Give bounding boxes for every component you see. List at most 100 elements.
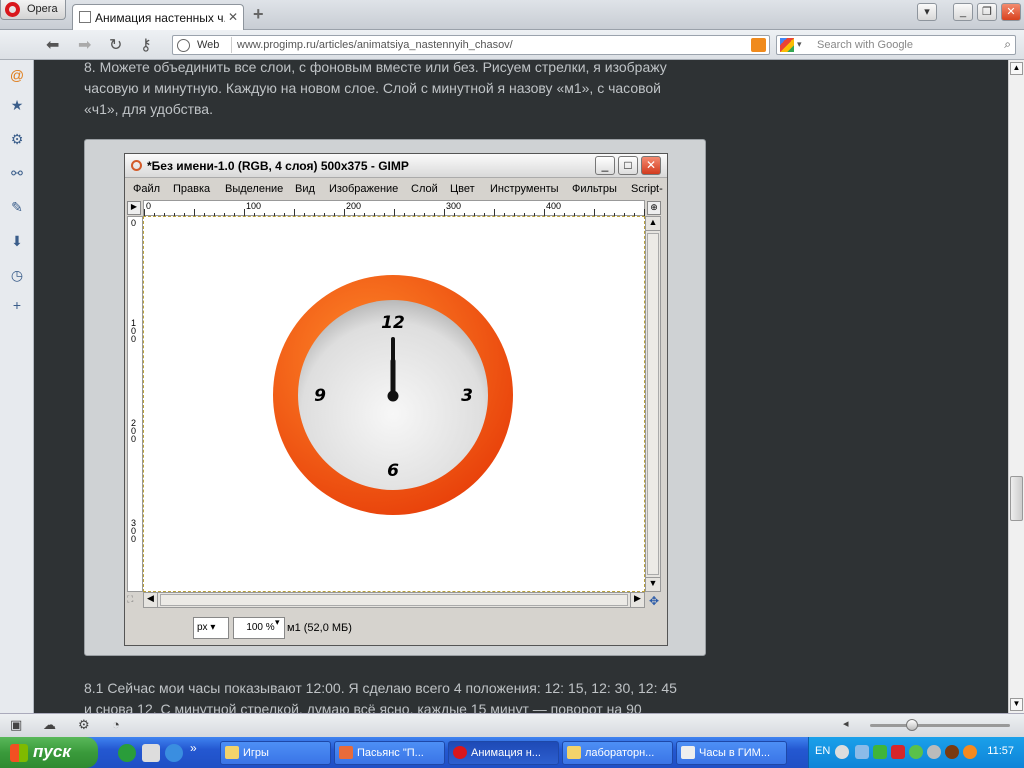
web-page: 8. Можете объединить все слои, с фоновым… xyxy=(34,60,1008,713)
back-icon[interactable]: ⬅ xyxy=(46,35,59,55)
history-icon[interactable]: ◷ xyxy=(8,266,26,284)
vertical-ruler: 0 100 200 300 xyxy=(127,216,143,592)
ruler-tick xyxy=(144,209,145,216)
taskbar-button-label: Игры xyxy=(243,747,269,759)
article-image-frame: *Без имени-1.0 (RGB, 4 слоя) 500x375 - G… xyxy=(84,139,706,656)
browser-tab[interactable]: Анимация настенных ч... ✕ xyxy=(72,4,244,30)
ruler-tick xyxy=(194,209,195,216)
scroll-thumb xyxy=(647,233,659,575)
layer-info: м1 (52,0 МБ) xyxy=(287,622,352,634)
search-engine-dropdown-icon[interactable]: ▾ xyxy=(797,39,802,50)
gimp-menu-item: Правка xyxy=(173,183,211,195)
volume-icon[interactable] xyxy=(927,745,941,759)
move-navigation-icon: ✥ xyxy=(648,594,660,608)
internet-explorer-icon[interactable] xyxy=(165,744,183,762)
ruler-tick xyxy=(544,209,545,216)
article-text-line: часовую и минутную. Каждую на новом слое… xyxy=(84,80,662,96)
solitaire-icon xyxy=(339,746,353,759)
rss-feed-icon[interactable] xyxy=(751,38,766,52)
ruler-tick xyxy=(644,209,645,216)
update-icon[interactable] xyxy=(963,745,977,759)
search-field[interactable]: ▾ Search with Google ⌕ xyxy=(776,35,1016,55)
quicklaunch-icon[interactable] xyxy=(142,744,160,762)
new-tab-button[interactable]: + xyxy=(253,4,264,25)
unit-select: px ▾ xyxy=(193,617,229,639)
notes-icon[interactable]: ✎ xyxy=(8,198,26,216)
language-indicator[interactable]: EN xyxy=(815,745,830,757)
taskbar-button[interactable]: Пасьянс "П... xyxy=(334,741,445,765)
widgets-gear-icon[interactable]: ⚙ xyxy=(8,130,26,148)
start-button[interactable]: пуск xyxy=(0,737,98,768)
ruler-tick xyxy=(244,209,245,216)
zoom-value: 100 % xyxy=(246,622,275,633)
browser-tab-bar: Opera Анимация настенных ч... ✕ + ▾ _ ❐ … xyxy=(0,0,1024,30)
reload-icon[interactable]: ↻ xyxy=(109,35,122,55)
quicklaunch-more-icon[interactable]: » xyxy=(190,741,197,755)
download-arrow-icon[interactable] xyxy=(873,745,887,759)
start-label: пуск xyxy=(33,742,71,761)
add-panel-icon[interactable]: + xyxy=(8,296,26,314)
bookmarks-icon[interactable]: ★ xyxy=(8,96,26,114)
minimize-button[interactable]: _ xyxy=(953,3,973,21)
opera-menu-button[interactable]: Opera xyxy=(0,0,66,20)
speed-dial-icon[interactable]: ◔ xyxy=(112,717,120,732)
system-tray: EN 11:57 xyxy=(808,737,1024,768)
network-icon[interactable] xyxy=(855,745,869,759)
zoom-slider-handle[interactable] xyxy=(906,719,918,731)
windows-taskbar: пуск » Игры Пасьянс "П... Анимация н... … xyxy=(0,737,1024,768)
search-icon[interactable]: ⌕ xyxy=(1004,37,1011,52)
gimp-menu-item: Цвет xyxy=(450,183,475,195)
gimp-window-screenshot: *Без имени-1.0 (RGB, 4 слоя) 500x375 - G… xyxy=(124,153,668,646)
forward-icon[interactable]: ➡ xyxy=(78,35,91,55)
wand-key-icon[interactable]: ⚷ xyxy=(140,35,152,55)
restore-button[interactable]: ❐ xyxy=(977,3,997,21)
mail-icon[interactable]: @ xyxy=(8,66,26,84)
tab-list-icon[interactable]: ▾ xyxy=(917,3,937,21)
gimp-menu-item: Выделение xyxy=(225,183,284,195)
scroll-up-icon[interactable]: ▲ xyxy=(1010,62,1023,75)
gimp-menu-item: Файл xyxy=(133,183,161,195)
ruler-label: 100 xyxy=(131,318,137,344)
globe-icon xyxy=(177,39,190,52)
gimp-tray-icon[interactable] xyxy=(945,745,959,759)
close-button[interactable]: ✕ xyxy=(1001,3,1021,21)
tab-close-icon[interactable]: ✕ xyxy=(228,10,238,24)
ruler-label: 300 xyxy=(446,201,462,211)
clock-image: 12 3 6 9 xyxy=(273,275,513,515)
ruler-tick xyxy=(294,209,295,216)
gimp-horizontal-scrollbar: ◀ ▶ xyxy=(143,592,645,608)
unite-cloud-icon[interactable]: ☁ xyxy=(43,717,56,733)
address-field[interactable]: Web www.progimp.ru/articles/animatsiya_n… xyxy=(172,35,770,55)
taskbar-button-label: Пасьянс "П... xyxy=(357,747,424,759)
taskbar-button-label: лабораторн... xyxy=(585,747,655,759)
address-divider xyxy=(231,37,232,53)
panel-toggle-icon[interactable]: ▣ xyxy=(10,717,22,733)
taskbar-button[interactable]: лабораторн... xyxy=(562,741,673,765)
downloads-icon[interactable]: ⬇ xyxy=(8,232,26,250)
scroll-left-icon: ◀ xyxy=(144,593,158,607)
turbo-icon[interactable]: ⚙ xyxy=(78,717,90,733)
taskbar-button-label: Часы в ГИМ... xyxy=(699,747,771,759)
zoom-out-icon[interactable]: ◂ xyxy=(843,717,849,730)
utorrent-icon[interactable] xyxy=(118,744,136,762)
folder-icon xyxy=(225,746,239,759)
document-icon xyxy=(681,746,695,759)
check-icon[interactable] xyxy=(909,745,923,759)
scroll-down-icon[interactable]: ▼ xyxy=(1010,698,1023,711)
google-icon[interactable] xyxy=(780,38,794,52)
unite-icon[interactable]: ⚯ xyxy=(8,164,26,182)
address-prefix: Web xyxy=(197,39,220,51)
tray-expand-icon[interactable] xyxy=(835,745,849,759)
taskbar-button[interactable]: Анимация н... xyxy=(448,741,559,765)
ati-icon[interactable] xyxy=(891,745,905,759)
scroll-thumb[interactable] xyxy=(1010,476,1023,521)
address-url[interactable]: www.progimp.ru/articles/animatsiya_naste… xyxy=(237,39,513,51)
taskbar-button[interactable]: Игры xyxy=(220,741,331,765)
clock-number-9: 9 xyxy=(314,386,326,406)
article-text-line: 8. Можете объединить все слои, с фоновым… xyxy=(84,60,667,75)
gimp-close-icon: ✕ xyxy=(641,156,661,175)
zoom-slider[interactable] xyxy=(870,719,1010,731)
taskbar-button[interactable]: Часы в ГИМ... xyxy=(676,741,787,765)
page-vertical-scrollbar[interactable]: ▲ ▼ xyxy=(1008,60,1024,713)
article-text-line: и снова 12. С минутной стрелкой, думаю в… xyxy=(84,701,642,713)
